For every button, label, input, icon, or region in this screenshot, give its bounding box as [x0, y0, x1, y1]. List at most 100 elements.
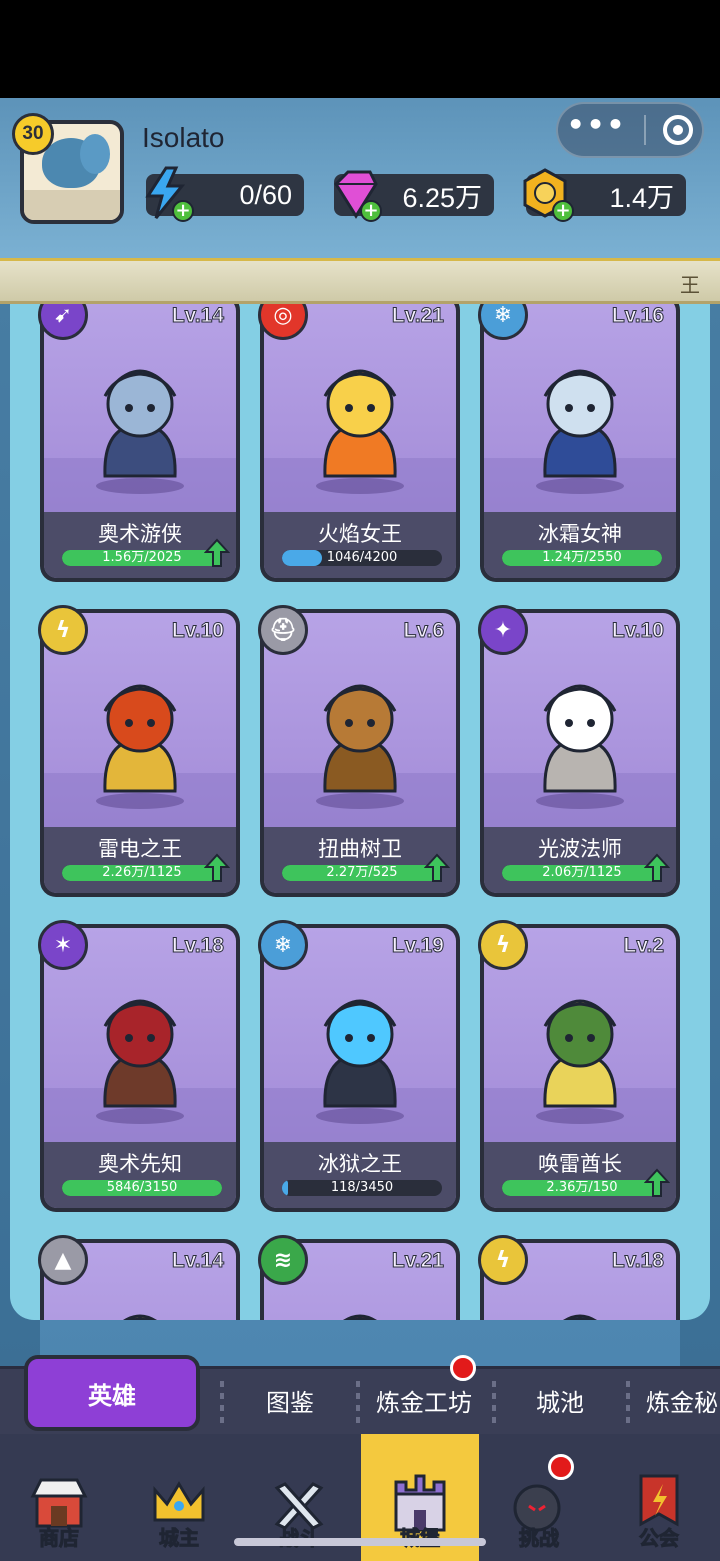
home-indicator	[234, 1538, 486, 1546]
hero-shard-count: 2.26万/1125	[102, 865, 182, 880]
hero-card[interactable]: Lv.6 扭曲树卫 2.27万/525 ⛑	[258, 605, 460, 897]
element-type-icon: ⛑	[258, 605, 308, 655]
notification-dot	[450, 1355, 476, 1381]
more-menu-button[interactable]: •••	[567, 111, 627, 139]
hero-level: Lv.6	[403, 619, 444, 643]
hero-card[interactable]: Lv.2 唤雷酋长 2.36万/150 ϟ	[478, 920, 680, 1212]
gold-value: 1.4万	[609, 182, 674, 213]
nav-crown[interactable]: 城主	[120, 1434, 238, 1561]
hero-shard-count: 2.27万/525	[326, 865, 398, 880]
upgrade-arrow-icon[interactable]	[204, 853, 230, 883]
hero-card-art: Lv.21 火焰女王 1046/4200	[264, 304, 456, 578]
hero-level: Lv.10	[611, 619, 664, 643]
player-level-badge: 30	[12, 113, 54, 155]
hero-grid[interactable]: Lv.14 奥术游侠 1.56万/2025 ➹ Lv.21 火焰女王 1046/4200 ◎ L…	[10, 304, 710, 1320]
nav-label: 城主	[159, 1526, 200, 1551]
sub-tab-bar: 英雄 图鉴 炼金工坊 城池 炼金秘	[0, 1355, 720, 1434]
hero-card-art: Lv.18 奥术先知 5846/3150	[44, 928, 236, 1208]
element-type-icon: ❄	[258, 920, 308, 970]
hero-portrait	[96, 369, 184, 494]
nav-guild-banner[interactable]: 公会	[600, 1434, 718, 1561]
hero-shard-progress: 2.06万/1125	[502, 865, 662, 881]
hero-shard-progress: 2.26万/1125	[62, 865, 222, 881]
hero-portrait	[96, 999, 184, 1124]
tab-alchemy-secret[interactable]: 炼金秘	[646, 1383, 718, 1418]
nav-label: 战斗	[240, 1522, 358, 1551]
hero-shard-progress: 1.56万/2025	[62, 550, 222, 566]
add-gems-icon[interactable]: +	[360, 200, 382, 222]
element-type-icon: ✦	[478, 605, 528, 655]
hero-level: Lv.14	[171, 1249, 224, 1273]
hero-shard-count: 2.36万/150	[546, 1180, 618, 1195]
hero-level: Lv.14	[171, 304, 224, 328]
hero-card[interactable]: Lv.21 ≋	[258, 1235, 460, 1320]
player-name: Isolato	[142, 122, 225, 153]
element-type-icon: ϟ	[478, 920, 528, 970]
hero-card[interactable]: Lv.18 ϟ	[478, 1235, 680, 1320]
nav-bomb[interactable]: 挑战	[480, 1434, 598, 1561]
element-type-icon: ϟ	[38, 605, 88, 655]
upgrade-arrow-icon[interactable]	[644, 1168, 670, 1198]
hero-card-art: Lv.10 雷电之王 2.26万/1125	[44, 613, 236, 893]
hero-name: 冰狱之王	[318, 1152, 402, 1176]
hero-card-art: Lv.10 光波法师 2.06万/1125	[484, 613, 676, 893]
notification-dot	[548, 1454, 574, 1480]
nav-label: 城堡	[361, 1522, 479, 1551]
nav-shop[interactable]: 商店	[0, 1434, 118, 1561]
hero-portrait	[96, 684, 184, 809]
close-miniprogram-button[interactable]	[663, 115, 694, 145]
hero-level: Lv.2	[623, 934, 664, 958]
hero-portrait	[316, 684, 404, 809]
hero-level: Lv.10	[171, 619, 224, 643]
hero-portrait	[316, 369, 404, 494]
add-energy-icon[interactable]: +	[172, 200, 194, 222]
gold-counter[interactable]: + 1.4万	[523, 168, 686, 222]
hero-card[interactable]: Lv.14 ▲	[38, 1235, 240, 1320]
hero-card[interactable]: Lv.10 光波法师 2.06万/1125 ✦	[478, 605, 680, 897]
upgrade-arrow-icon[interactable]	[644, 853, 670, 883]
miniprogram-capsule: •••	[556, 102, 704, 158]
tab-heroes[interactable]: 英雄	[24, 1355, 200, 1431]
hero-portrait	[536, 684, 624, 809]
hero-name: 奥术先知	[98, 1152, 182, 1176]
hero-portrait	[563, 1314, 597, 1320]
hero-portrait	[536, 999, 624, 1124]
hero-shard-count: 1.24万/2550	[542, 550, 622, 565]
upgrade-arrow-icon[interactable]	[204, 538, 230, 568]
hero-level: Lv.18	[611, 1249, 664, 1273]
hero-card[interactable]: Lv.10 雷电之王 2.26万/1125 ϟ	[38, 605, 240, 897]
element-type-icon: ▲	[38, 1235, 88, 1285]
hero-portrait	[343, 1314, 377, 1320]
hero-card[interactable]: Lv.18 奥术先知 5846/3150 ✶	[38, 920, 240, 1212]
energy-counter[interactable]: + 0/60	[145, 166, 304, 222]
hero-card-art: Lv.2 唤雷酋长 2.36万/150	[484, 928, 676, 1208]
hero-card-art: Lv.6 扭曲树卫 2.27万/525	[264, 613, 456, 893]
hero-card[interactable]: Lv.16 冰霜女神 1.24万/2550 ❄	[478, 304, 680, 582]
element-type-icon: ϟ	[478, 1235, 528, 1285]
hero-name: 火焰女王	[318, 522, 402, 546]
tab-codex[interactable]: 图鉴	[266, 1383, 314, 1418]
hero-shard-count: 1.56万/2025	[102, 550, 182, 565]
hero-shard-progress: 118/3450	[282, 1180, 442, 1196]
nav-label: 公会	[639, 1526, 680, 1551]
hero-level: Lv.18	[171, 934, 224, 958]
element-type-icon: ≋	[258, 1235, 308, 1285]
gem-counter[interactable]: + 6.25万	[334, 170, 494, 222]
tab-alchemy-workshop[interactable]: 炼金工坊	[376, 1383, 472, 1418]
hero-shard-progress: 2.27万/525	[282, 865, 442, 881]
add-gold-icon[interactable]: +	[552, 200, 574, 222]
hero-shard-progress: 2.36万/150	[502, 1180, 662, 1196]
tab-city[interactable]: 城池	[536, 1383, 584, 1418]
gem-value: 6.25万	[402, 182, 482, 213]
upgrade-arrow-icon[interactable]	[424, 853, 450, 883]
hero-card[interactable]: Lv.21 火焰女王 1046/4200 ◎	[258, 304, 460, 582]
hero-level: Lv.16	[611, 304, 664, 328]
hero-card-art: Lv.14 奥术游侠 1.56万/2025	[44, 304, 236, 578]
hero-shard-count: 5846/3150	[106, 1180, 178, 1195]
hero-shard-progress: 1.24万/2550	[502, 550, 662, 566]
announcement-text: 王	[680, 273, 700, 297]
hero-card[interactable]: Lv.19 冰狱之王 118/3450 ❄	[258, 920, 460, 1212]
hero-card[interactable]: Lv.14 奥术游侠 1.56万/2025 ➹	[38, 304, 240, 582]
nav-label: 挑战	[519, 1526, 560, 1551]
hero-portrait	[316, 999, 404, 1124]
